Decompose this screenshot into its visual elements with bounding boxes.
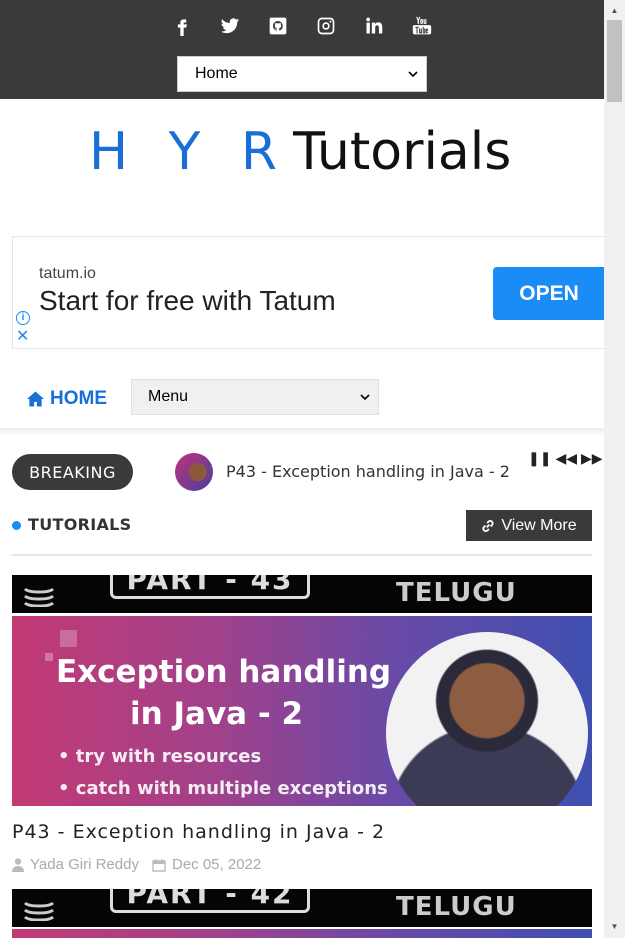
- social-links: [0, 13, 604, 39]
- ad-headline[interactable]: Start for free with Tatum: [39, 285, 336, 317]
- menu-select[interactable]: Menu: [131, 379, 379, 415]
- section-divider: [12, 554, 592, 556]
- ad-info-icon[interactable]: i: [16, 311, 30, 325]
- post-title[interactable]: P43 - Exception handling in Java - 2: [12, 821, 385, 843]
- ticker-thumbnail[interactable]: [175, 453, 213, 491]
- scrollbar-thumb[interactable]: [607, 20, 622, 102]
- top-nav-select[interactable]: Home: [177, 56, 427, 92]
- ad-banner[interactable]: tatum.io Start for free with Tatum OPEN …: [12, 236, 604, 349]
- calendar-icon: [152, 858, 166, 872]
- home-icon: [27, 391, 44, 407]
- scroll-up-icon[interactable]: ▲: [604, 2, 625, 20]
- stack-logo-icon: [23, 587, 55, 607]
- site-logo[interactable]: H Y R Tutorials: [89, 122, 511, 182]
- chevron-down-icon: [360, 394, 370, 401]
- post-thumbnail-strip[interactable]: PART - 43 TELUGU: [12, 575, 592, 613]
- next-icon[interactable]: ▶▶: [581, 450, 603, 466]
- hero-bullet: • try with resources: [58, 746, 262, 767]
- main-nav: HOME Menu: [0, 362, 604, 432]
- nav-divider: [0, 428, 604, 436]
- ticker-controls: ❚❚ ◀◀ ▶▶: [528, 450, 603, 466]
- chevron-down-icon: [408, 71, 418, 78]
- hero-title-line2: in Java - 2: [130, 696, 304, 732]
- decor-square: [45, 653, 53, 661]
- vertical-scrollbar[interactable]: ▲ ▼: [604, 0, 625, 938]
- pause-icon[interactable]: ❚❚: [528, 450, 551, 466]
- post-thumbnail-strip[interactable]: PART - 42 TELUGU: [12, 889, 592, 927]
- top-bar: Home: [0, 0, 604, 99]
- home-link-label: HOME: [50, 388, 107, 409]
- github-icon[interactable]: [265, 13, 291, 39]
- menu-select-value: Menu: [148, 388, 189, 405]
- youtube-icon[interactable]: [409, 13, 435, 39]
- post-author[interactable]: Yada Giri Reddy: [12, 856, 139, 873]
- post-hero-image[interactable]: Exception handling in Java - 2 • try wit…: [12, 616, 592, 806]
- previous-icon[interactable]: ◀◀: [555, 450, 577, 466]
- stack-logo-icon: [23, 901, 55, 921]
- twitter-icon[interactable]: [217, 13, 243, 39]
- facebook-icon[interactable]: [169, 13, 195, 39]
- linkedin-icon[interactable]: [361, 13, 387, 39]
- decor-square: [60, 630, 77, 647]
- thumb-language-label: TELUGU: [396, 578, 517, 608]
- page: Home H Y R Tutorials tatum.io Start for …: [0, 0, 604, 938]
- scroll-down-icon[interactable]: ▼: [604, 918, 625, 936]
- instagram-icon[interactable]: [313, 13, 339, 39]
- logo-part-hyr: H Y R: [89, 122, 290, 182]
- post-hero-image[interactable]: [12, 929, 592, 938]
- ticker-headline[interactable]: P43 - Exception handling in Java - 2: [226, 462, 510, 481]
- home-link[interactable]: HOME: [27, 388, 107, 410]
- view-more-button[interactable]: View More: [466, 510, 592, 541]
- ad-domain: tatum.io: [39, 265, 96, 282]
- ad-close-icon[interactable]: ✕: [16, 329, 29, 345]
- post-date-value: Dec 05, 2022: [172, 856, 262, 873]
- ad-open-button[interactable]: OPEN: [493, 267, 604, 320]
- thumb-part-label: PART - 42: [110, 889, 310, 913]
- thumb-language-label: TELUGU: [396, 892, 517, 922]
- hero-title-line1: Exception handling: [56, 654, 392, 690]
- section-bullet: [12, 521, 21, 530]
- link-icon: [482, 519, 494, 532]
- view-more-label: View More: [501, 516, 577, 534]
- top-nav-select-value: Home: [195, 65, 238, 82]
- hero-bullet: • catch with multiple exceptions: [58, 778, 388, 799]
- author-photo: [386, 632, 588, 806]
- post-date: Dec 05, 2022: [152, 856, 261, 873]
- section-title: TUTORIALS: [28, 515, 132, 534]
- thumb-part-label: PART - 43: [110, 575, 310, 599]
- logo-part-tutorials: Tutorials: [293, 122, 512, 182]
- post-author-name: Yada Giri Reddy: [30, 856, 139, 873]
- breaking-label: BREAKING: [12, 454, 133, 490]
- user-icon: [12, 857, 24, 872]
